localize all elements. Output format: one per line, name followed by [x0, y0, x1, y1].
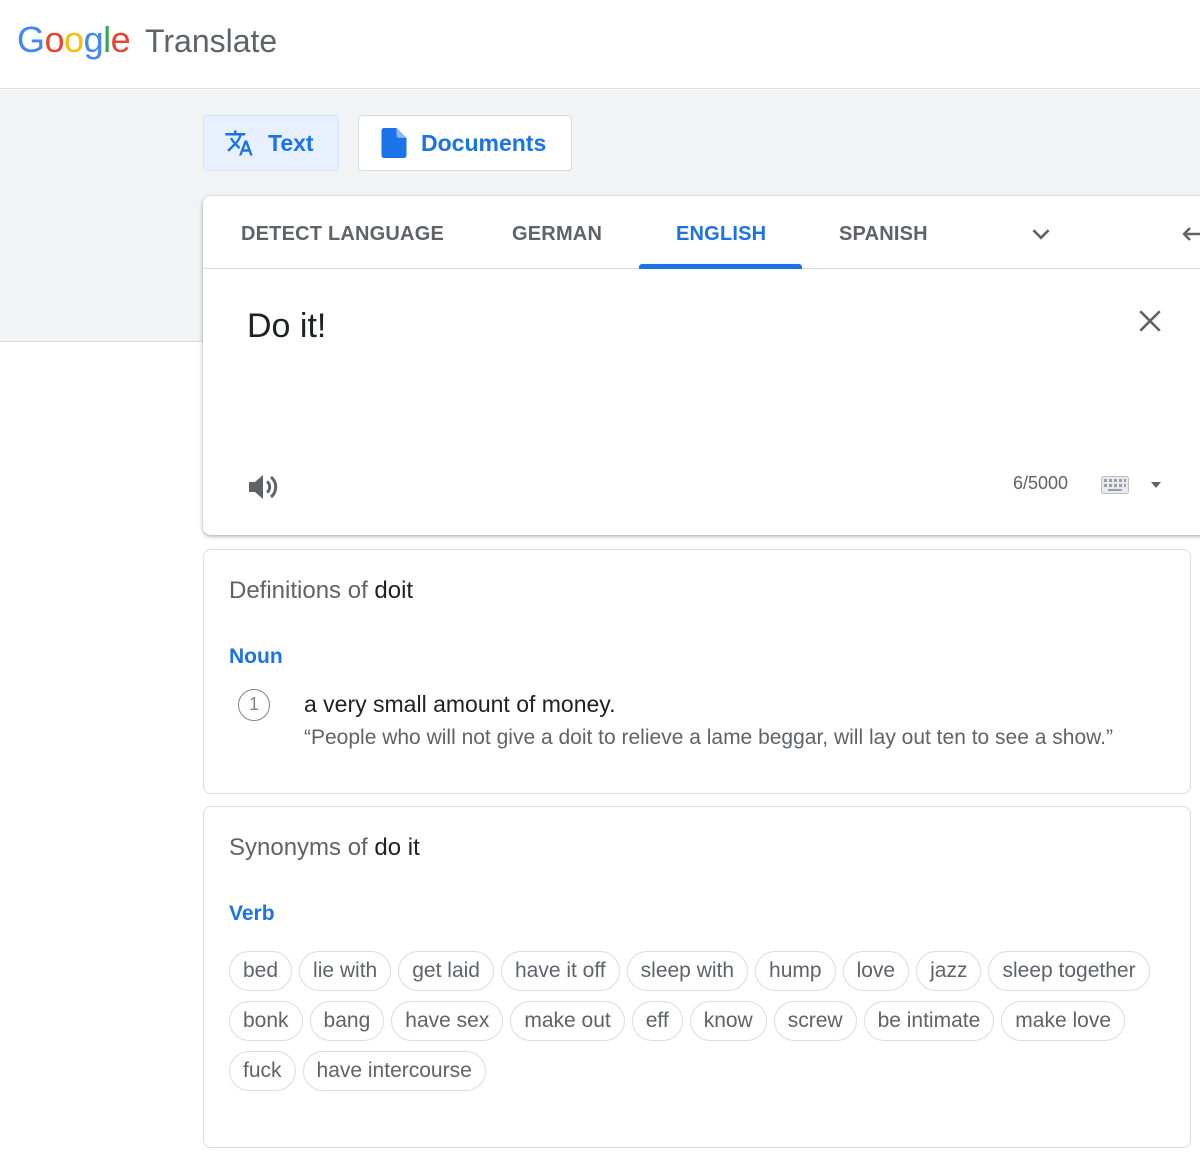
synonym-chip[interactable]: sleep together: [988, 951, 1150, 991]
synonym-row: bed lie with get laid have it off sleep with…: [229, 951, 1179, 991]
synonym-chip[interactable]: sleep with: [626, 951, 749, 991]
logo-letter: o: [44, 19, 65, 60]
definitions-part-of-speech: Noun: [229, 645, 283, 668]
tab-detect-language[interactable]: DETECT LANGUAGE: [241, 196, 444, 269]
keyboard-icon: [1101, 476, 1129, 494]
definition-number: 1: [238, 689, 270, 721]
synonym-chip[interactable]: love: [842, 951, 910, 991]
synonyms-card: Synonyms of do it Verb bed lie with get la…: [203, 806, 1191, 1148]
synonym-chip[interactable]: have sex: [391, 1001, 504, 1041]
synonym-chip[interactable]: screw: [773, 1001, 857, 1041]
active-tab-indicator: [639, 264, 802, 269]
documents-mode-button[interactable]: Documents: [358, 115, 572, 171]
product-name: Translate: [145, 23, 278, 59]
synonym-chip[interactable]: hump: [755, 951, 836, 991]
logo-letter: o: [64, 19, 84, 60]
synonym-chip[interactable]: jazz: [916, 951, 982, 991]
synonym-chip[interactable]: lie with: [299, 951, 392, 991]
logo-letter: G: [17, 19, 45, 60]
synonym-chip[interactable]: fuck: [229, 1051, 296, 1091]
definition-example: “People who will not give a doit to reli…: [304, 726, 1113, 749]
logo-letter: e: [110, 19, 131, 60]
character-count: 6/5000: [1013, 473, 1069, 493]
definitions-title-prefix: Definitions of: [229, 577, 375, 604]
logo-letter: l: [103, 19, 111, 60]
synonym-chip[interactable]: know: [689, 1001, 767, 1041]
synonyms-term: do it: [374, 834, 420, 861]
chevron-down-icon: [1032, 229, 1050, 240]
synonym-chips: bed lie with get laid have it off sleep with…: [229, 951, 1179, 1101]
synonym-chip[interactable]: have intercourse: [302, 1051, 486, 1091]
swap-arrows-icon: [1182, 227, 1200, 241]
source-text[interactable]: Do it!: [247, 304, 326, 348]
document-icon: [381, 128, 407, 158]
synonym-chip[interactable]: have it off: [500, 951, 620, 991]
definition-text: a very small amount of money.: [304, 691, 616, 717]
close-icon: [1139, 310, 1161, 332]
google-logo[interactable]: Google: [17, 18, 131, 62]
synonym-chip[interactable]: bed: [229, 951, 293, 991]
text-mode-label: Text: [268, 129, 314, 156]
input-tools-button[interactable]: [1101, 476, 1129, 499]
synonym-chip[interactable]: be intimate: [863, 1001, 995, 1041]
input-tools-dropdown[interactable]: [1149, 477, 1163, 495]
translate-icon: [225, 130, 253, 156]
definitions-term: doit: [374, 577, 414, 604]
synonyms-title: Synonyms of do it: [229, 833, 420, 863]
listen-button[interactable]: [247, 472, 279, 507]
synonyms-part-of-speech: Verb: [229, 902, 275, 925]
definitions-title: Definitions of doit: [229, 576, 413, 606]
language-bar: DETECT LANGUAGE GERMAN ENGLISH SPANISH: [203, 196, 1200, 269]
synonym-row: fuck have intercourse: [229, 1051, 1179, 1091]
synonym-chip[interactable]: get laid: [398, 951, 494, 991]
logo-letter: g: [83, 19, 104, 60]
synonyms-title-prefix: Synonyms of: [229, 834, 375, 861]
documents-mode-label: Documents: [421, 129, 547, 156]
app-header: Google Translate: [0, 0, 1200, 89]
definitions-card: Definitions of doit Noun 1 a very small …: [203, 549, 1191, 794]
synonym-chip[interactable]: bang: [309, 1001, 385, 1041]
caret-down-icon: [1151, 482, 1161, 488]
swap-languages-button[interactable]: [1181, 222, 1200, 253]
clear-source-button[interactable]: [1137, 308, 1163, 339]
synonym-chip[interactable]: make out: [510, 1001, 625, 1041]
more-languages-button[interactable]: [1028, 221, 1054, 252]
tab-english[interactable]: ENGLISH: [676, 196, 766, 269]
tab-spanish[interactable]: SPANISH: [839, 196, 928, 269]
synonym-chip[interactable]: make love: [1001, 1001, 1126, 1041]
speaker-icon: [249, 475, 278, 499]
synonym-chip[interactable]: eff: [631, 1001, 683, 1041]
text-mode-button[interactable]: Text: [203, 115, 339, 171]
tab-german[interactable]: GERMAN: [512, 196, 602, 269]
synonym-chip[interactable]: bonk: [229, 1001, 303, 1041]
synonym-row: bonk bang have sex make out eff know screw be i…: [229, 1001, 1179, 1041]
translate-card: DETECT LANGUAGE GERMAN ENGLISH SPANISH D…: [203, 196, 1200, 535]
